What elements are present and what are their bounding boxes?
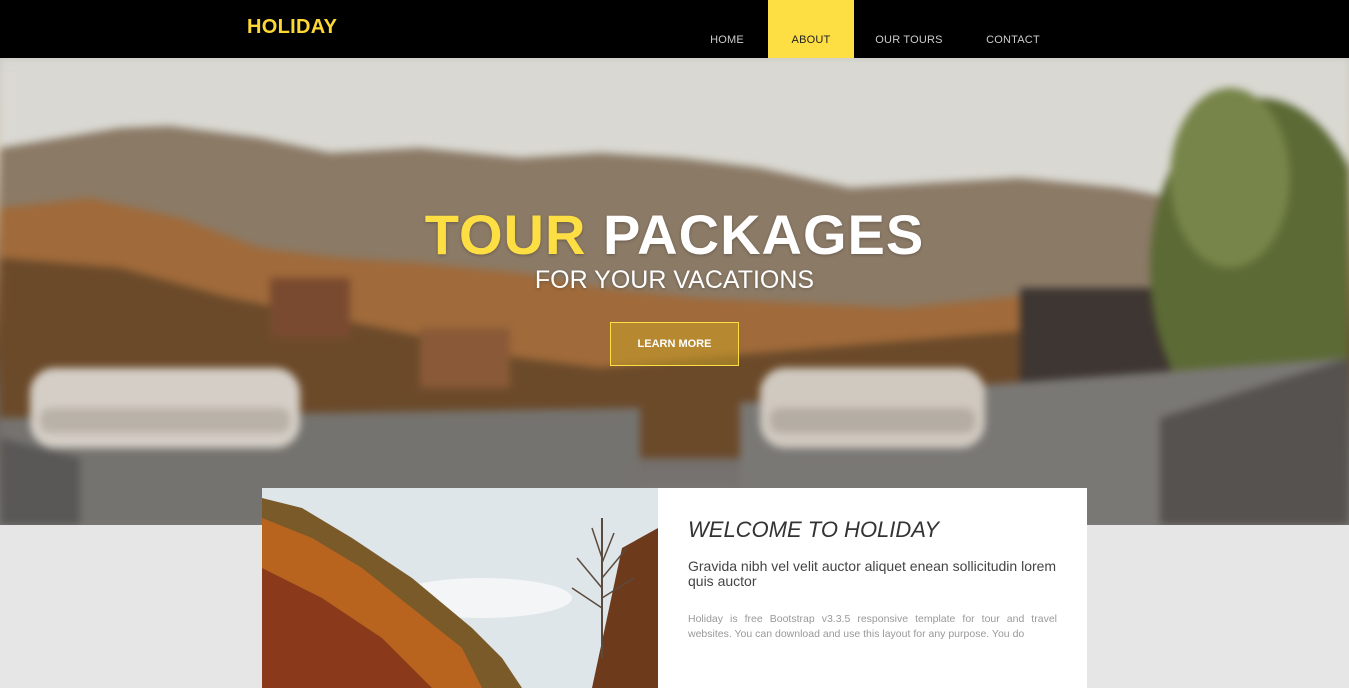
nav-item-home[interactable]: HOME xyxy=(686,0,768,58)
hero-title-rest: PACKAGES xyxy=(602,203,925,266)
welcome-body: Holiday is free Bootstrap v3.3.5 respons… xyxy=(688,613,1057,640)
welcome-lead: Gravida nibh vel velit auctor aliquet en… xyxy=(688,558,1057,589)
brand-logo[interactable]: HOLIDAY xyxy=(247,16,337,39)
hero-title-accent: TOUR xyxy=(424,203,587,266)
learn-more-button[interactable]: LEARN MORE xyxy=(610,322,739,366)
autumn-landscape-image xyxy=(262,488,658,688)
hero-subtitle: FOR YOUR VACATIONS xyxy=(534,266,815,294)
hero-title: TOUR PACKAGES xyxy=(0,202,1349,267)
welcome-section: WELCOME TO HOLIDAY Gravida nibh vel veli… xyxy=(262,488,1087,688)
nav-item-contact[interactable]: CONTACT xyxy=(964,0,1062,58)
welcome-title: WELCOME TO HOLIDAY xyxy=(688,517,940,542)
nav-item-about[interactable]: ABOUT xyxy=(768,0,854,58)
nav-item-our-tours[interactable]: OUR TOURS xyxy=(854,0,964,58)
hero-banner: TOUR PACKAGES FOR YOUR VACATIONS LEARN M… xyxy=(0,58,1349,525)
top-navbar: HOLIDAY HOME ABOUT OUR TOURS CONTACT xyxy=(0,0,1349,58)
